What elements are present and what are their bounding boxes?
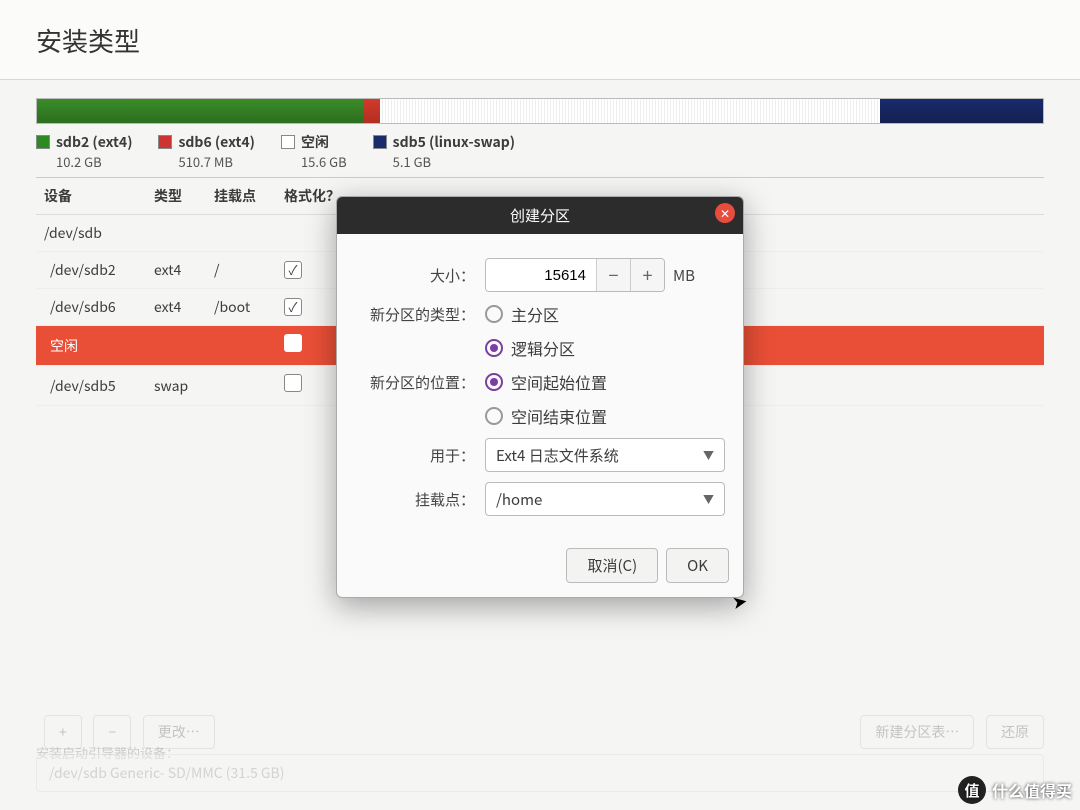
watermark: 值 什么值得买 [958, 776, 1072, 804]
radio-end[interactable] [485, 407, 503, 425]
cursor-icon: ➤ [730, 587, 749, 615]
page-title: 安装类型 [36, 22, 1044, 59]
chevron-down-icon: ▼ [703, 491, 714, 507]
chevron-down-icon: ▼ [703, 447, 714, 463]
ok-button[interactable]: OK [666, 548, 729, 583]
close-icon[interactable]: ✕ [715, 203, 735, 223]
mountpoint-select[interactable]: /home▼ [485, 482, 725, 516]
partition-legend: sdb2 (ext4) 10.2 GB sdb6 (ext4) 510.7 MB… [36, 132, 1044, 171]
format-checkbox[interactable] [284, 334, 302, 352]
cancel-button[interactable]: 取消(C) [566, 548, 658, 583]
format-checkbox[interactable] [284, 261, 302, 279]
dialog-title: 创建分区 ✕ [337, 197, 743, 234]
radio-begin[interactable] [485, 373, 503, 391]
format-checkbox[interactable] [284, 374, 302, 392]
filesystem-select[interactable]: Ext4 日志文件系统▼ [485, 438, 725, 472]
size-input[interactable]: − + [485, 258, 665, 292]
page-header: 安装类型 [0, 0, 1080, 80]
toolbar: + − 更改… 新建分区表… 还原 [36, 718, 1044, 742]
plus-icon[interactable]: + [630, 259, 664, 291]
format-checkbox[interactable] [284, 298, 302, 316]
revert-button[interactable]: 还原 [986, 715, 1044, 749]
bootloader-select[interactable]: /dev/sdb Generic- SD/MMC (31.5 GB) [36, 754, 1044, 792]
new-table-button[interactable]: 新建分区表… [860, 715, 974, 749]
radio-logical[interactable] [485, 339, 503, 357]
minus-icon[interactable]: − [596, 259, 630, 291]
disk-usage-bar [36, 98, 1044, 124]
radio-primary[interactable] [485, 305, 503, 323]
create-partition-dialog: 创建分区 ✕ 大小： − + MB 新分区的类型： 主分区 [336, 196, 744, 598]
